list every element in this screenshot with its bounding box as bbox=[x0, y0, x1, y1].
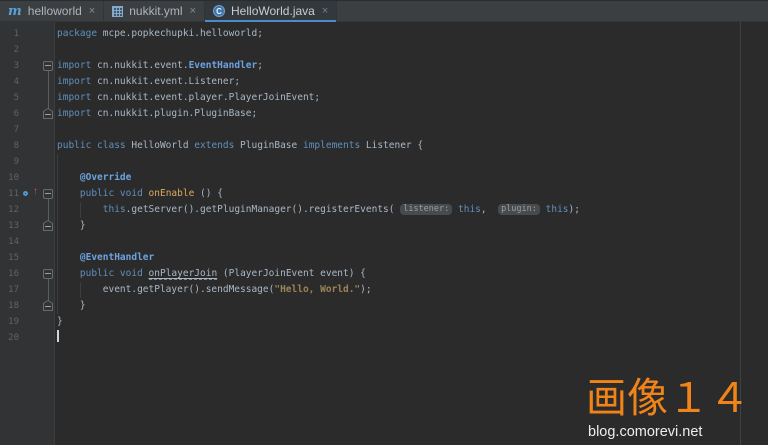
code-line-8[interactable]: 8 public class HelloWorld extends PluginB… bbox=[0, 138, 768, 154]
line-number: 14 bbox=[8, 237, 19, 247]
override-ring-icon bbox=[23, 191, 28, 196]
line-number: 4 bbox=[13, 77, 19, 87]
line-number: 5 bbox=[13, 93, 19, 103]
yaml-table-icon bbox=[112, 5, 124, 17]
override-method-gutter-icon[interactable]: ↑ bbox=[23, 186, 42, 200]
editor-tab-bar: m helloworld × nukkit.yml × C HelloWorld… bbox=[0, 0, 768, 22]
line-number: 13 bbox=[8, 221, 19, 231]
java-class-icon: C bbox=[213, 5, 226, 17]
code-line-9[interactable]: 9 bbox=[0, 154, 768, 170]
override-arrow-icon: ↑ bbox=[33, 186, 38, 197]
tab-label: HelloWorld.java bbox=[231, 4, 315, 18]
fold-start-icon[interactable] bbox=[43, 189, 53, 199]
tab-helloworld[interactable]: m helloworld × bbox=[0, 1, 105, 21]
code-line-3[interactable]: 3 import cn.nukkit.event.EventHandler; bbox=[0, 58, 768, 74]
code-line-2[interactable]: 2 bbox=[0, 42, 768, 58]
fold-start-icon[interactable] bbox=[43, 61, 53, 71]
code-line-20[interactable]: 20 bbox=[0, 330, 768, 346]
code-line-17[interactable]: 17 event.getPlayer().sendMessage("Hello,… bbox=[0, 282, 768, 298]
fold-range-line bbox=[48, 71, 49, 109]
code-line-11[interactable]: 11 ↑ public void onEnable () { bbox=[0, 186, 768, 202]
line-number: 7 bbox=[13, 125, 19, 135]
code-line-15[interactable]: 15 @EventHandler bbox=[0, 250, 768, 266]
code-line-7[interactable]: 7 bbox=[0, 122, 768, 138]
line-number: 9 bbox=[13, 157, 19, 167]
line-number: 11 bbox=[8, 189, 19, 199]
line-number: 8 bbox=[13, 141, 19, 151]
watermark-url: blog.comorevi.net bbox=[588, 424, 703, 440]
fold-end-icon[interactable] bbox=[43, 300, 53, 311]
line-number: 19 bbox=[8, 317, 19, 327]
line-number: 20 bbox=[8, 333, 19, 343]
line-number: 10 bbox=[8, 173, 19, 183]
code-line-1[interactable]: 1 package mcpe.popkechupki.helloworld; bbox=[0, 26, 768, 42]
line-number: 12 bbox=[8, 205, 19, 215]
tab-label: nukkit.yml bbox=[129, 4, 183, 18]
line-number: 6 bbox=[13, 109, 19, 119]
close-tab-icon[interactable]: × bbox=[89, 5, 95, 17]
maven-module-icon: m bbox=[8, 3, 22, 19]
code-line-10[interactable]: 10 @Override bbox=[0, 170, 768, 186]
close-tab-icon[interactable]: × bbox=[322, 5, 328, 17]
code-line-4[interactable]: 4 import cn.nukkit.event.Listener; bbox=[0, 74, 768, 90]
tab-helloworld-java[interactable]: C HelloWorld.java × bbox=[205, 1, 338, 22]
code-line-12[interactable]: 12 this.getServer().getPluginManager().r… bbox=[0, 202, 768, 218]
close-tab-icon[interactable]: × bbox=[190, 5, 196, 17]
code-line-6[interactable]: 6 import cn.nukkit.plugin.PluginBase; bbox=[0, 106, 768, 122]
code-line-5[interactable]: 5 import cn.nukkit.event.player.PlayerJoi… bbox=[0, 90, 768, 106]
line-number: 16 bbox=[8, 269, 19, 279]
code-line-19[interactable]: 19} bbox=[0, 314, 768, 330]
code-line-13[interactable]: 13 } bbox=[0, 218, 768, 234]
line-number: 15 bbox=[8, 253, 19, 263]
parameter-hint: plugin: bbox=[498, 204, 540, 215]
text-caret bbox=[57, 330, 59, 342]
ide-window: m helloworld × nukkit.yml × C HelloWorld… bbox=[0, 0, 768, 445]
line-number: 18 bbox=[8, 301, 19, 311]
tab-nukkit-yml[interactable]: nukkit.yml × bbox=[104, 1, 206, 21]
line-number: 2 bbox=[13, 45, 19, 55]
code-editor[interactable]: 1 package mcpe.popkechupki.helloworld; 2 3 i… bbox=[0, 22, 768, 445]
watermark-title: 画像１４ bbox=[586, 374, 750, 422]
parameter-hint: listener: bbox=[400, 204, 453, 215]
fold-end-icon[interactable] bbox=[43, 108, 53, 119]
line-number: 17 bbox=[8, 285, 19, 295]
fold-start-icon[interactable] bbox=[43, 269, 53, 279]
tab-label: helloworld bbox=[27, 4, 82, 18]
code-line-14[interactable]: 14 bbox=[0, 234, 768, 250]
line-number: 1 bbox=[13, 29, 19, 39]
code-line-16[interactable]: 16 public void onPlayerJoin (PlayerJoinE… bbox=[0, 266, 768, 282]
fold-end-icon[interactable] bbox=[43, 220, 53, 231]
code-line-18[interactable]: 18 } bbox=[0, 298, 768, 314]
line-number: 3 bbox=[13, 61, 19, 71]
